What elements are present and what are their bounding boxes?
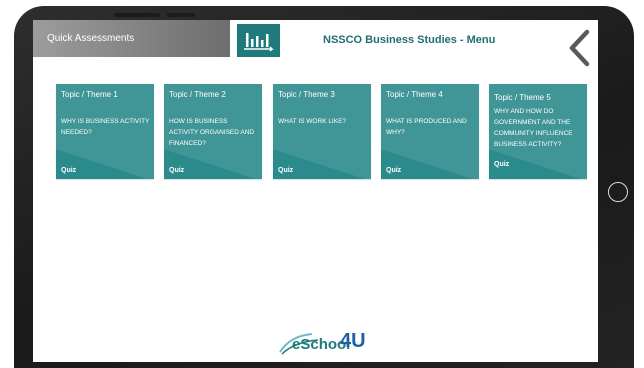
brand-suffix: 4U — [340, 330, 366, 352]
card-question: WHY IS BUSINESS ACTIVITY NEEDED? — [61, 118, 150, 136]
chevron-left-icon[interactable] — [565, 28, 595, 68]
home-button[interactable] — [608, 182, 628, 202]
quiz-link[interactable]: Quiz — [169, 167, 184, 174]
app-screen: Quick Assessments NSSCO Business Studies… — [33, 20, 598, 362]
card-topic: Topic / Theme 3 — [278, 90, 335, 99]
quiz-link[interactable]: Quiz — [278, 167, 293, 174]
topic-card-4[interactable]: Topic / Theme 4 WHAT IS PRODUCED AND WHY… — [381, 84, 479, 179]
quick-assessments-bar[interactable]: Quick Assessments — [33, 20, 230, 57]
card-question: WHAT IS WORK LIKE? — [278, 118, 347, 125]
card-question: WHY AND HOW DO GOVERNMENT AND THE COMMUN… — [494, 108, 573, 148]
quiz-link[interactable]: Quiz — [61, 167, 76, 174]
topic-card-5[interactable]: Topic / Theme 5 WHY AND HOW DO GOVERNMEN… — [489, 84, 587, 179]
quiz-link[interactable]: Quiz — [494, 161, 509, 168]
topic-card-3[interactable]: Topic / Theme 3 WHAT IS WORK LIKE? Quiz — [273, 84, 371, 179]
power-button — [167, 13, 195, 17]
page-title: NSSCO Business Studies - Menu — [323, 34, 496, 46]
card-topic: Topic / Theme 4 — [386, 90, 443, 99]
card-topic: Topic / Theme 5 — [494, 93, 551, 102]
card-topic: Topic / Theme 2 — [169, 90, 226, 99]
topic-card-1[interactable]: Topic / Theme 1 WHY IS BUSINESS ACTIVITY… — [56, 84, 154, 179]
quiz-link[interactable]: Quiz — [386, 167, 401, 174]
volume-button — [114, 13, 160, 17]
card-question: HOW IS BUSINESS ACTIVITY ORGANISED AND F… — [169, 118, 255, 147]
topic-card-2[interactable]: Topic / Theme 2 HOW IS BUSINESS ACTIVITY… — [164, 84, 262, 179]
eschool4u-logo: eSchool 4U — [278, 330, 366, 356]
card-question: WHAT IS PRODUCED AND WHY? — [386, 118, 467, 136]
bar-chart-icon — [237, 24, 280, 57]
card-topic: Topic / Theme 1 — [61, 90, 118, 99]
